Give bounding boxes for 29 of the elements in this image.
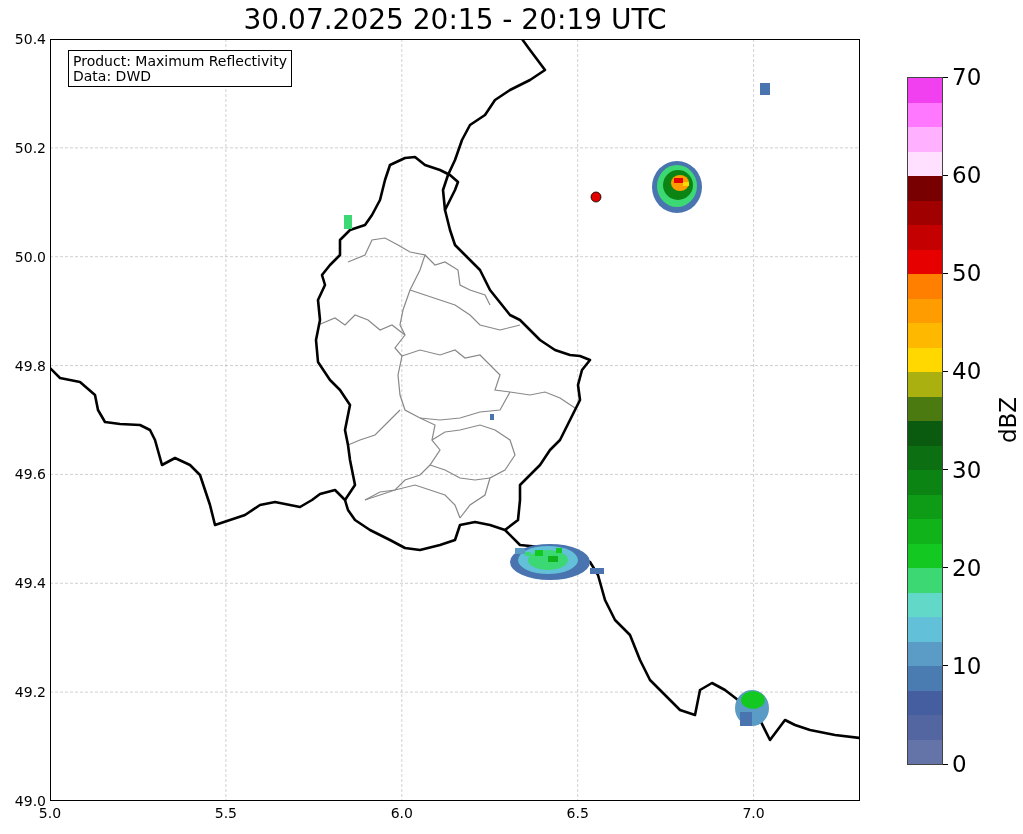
chart-title: 30.07.2025 20:15 - 20:19 UTC [243, 4, 667, 35]
colorbar-tick-label: 20 [952, 554, 982, 581]
colorbar-tick-label: 60 [952, 162, 982, 189]
colorbar-tick-label: 10 [952, 652, 982, 679]
colorbar-label: dBZ [995, 396, 1021, 444]
y-axis-tick-label: 49.4 [14, 575, 46, 592]
x-axis-tick-label: 5.5 [214, 805, 237, 821]
colorbar-tick-label: 30 [952, 456, 982, 483]
radar-echo [735, 690, 769, 726]
radar-echo [490, 414, 494, 420]
colorbar-tick-label: 40 [952, 358, 982, 385]
y-axis-tick-label: 50.0 [14, 248, 46, 265]
info-text: Data: DWD [73, 69, 152, 84]
colorbar-tick-label: 70 [952, 64, 982, 90]
colorbar-tick-label: 50 [952, 260, 982, 287]
info-text: Product: Maximum Reflectivity [73, 54, 287, 69]
y-axis-tick-label: 49.6 [14, 466, 46, 483]
colorbar-tick-label: 0 [952, 751, 967, 777]
x-axis-tick-label: 6.5 [566, 805, 589, 821]
y-axis-tick-label: 49.8 [14, 357, 46, 374]
location-dot [590, 191, 602, 203]
y-axis-tick-label: 50.4 [14, 31, 46, 47]
x-axis-tick-label: 6.0 [390, 805, 413, 821]
y-axis-tick-label: 49.2 [14, 684, 46, 701]
x-axis-tick-label: 7.0 [742, 805, 765, 821]
radar-echo [760, 83, 770, 95]
y-axis-tick-label: 50.2 [14, 139, 46, 156]
radar-echo [652, 161, 702, 213]
radar-echo [344, 215, 352, 229]
